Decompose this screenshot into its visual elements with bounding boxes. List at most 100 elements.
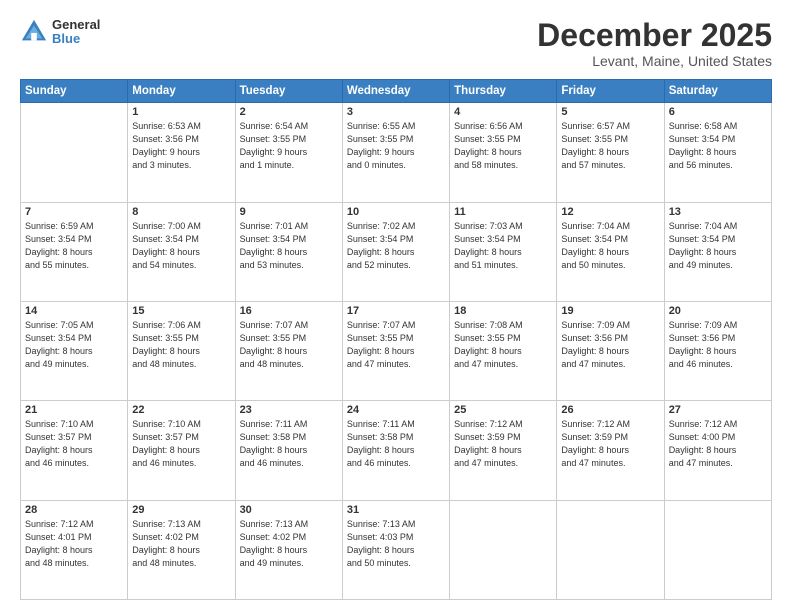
day-info: Sunrise: 7:11 AMSunset: 3:58 PMDaylight:… bbox=[347, 418, 445, 470]
day-number: 8 bbox=[132, 206, 230, 218]
day-number: 13 bbox=[669, 206, 767, 218]
logo-icon bbox=[20, 18, 48, 46]
day-info: Sunrise: 6:59 AMSunset: 3:54 PMDaylight:… bbox=[25, 220, 123, 272]
day-cell: 24 Sunrise: 7:11 AMSunset: 3:58 PMDayligh… bbox=[342, 401, 449, 500]
col-wednesday: Wednesday bbox=[342, 80, 449, 103]
day-number: 25 bbox=[454, 404, 552, 416]
col-friday: Friday bbox=[557, 80, 664, 103]
day-cell: 1 Sunrise: 6:53 AMSunset: 3:56 PMDaylight… bbox=[128, 103, 235, 202]
day-cell bbox=[450, 500, 557, 599]
day-cell bbox=[557, 500, 664, 599]
calendar-title: December 2025 bbox=[537, 18, 772, 53]
day-number: 15 bbox=[132, 305, 230, 317]
day-number: 29 bbox=[132, 504, 230, 516]
day-cell: 16Sunrise: 7:07 AMSunset: 3:55 PMDayligh… bbox=[235, 301, 342, 400]
day-info: Sunrise: 7:07 AMSunset: 3:55 PMDaylight:… bbox=[347, 319, 445, 371]
day-info: Sunrise: 7:03 AMSunset: 3:54 PMDaylight:… bbox=[454, 220, 552, 272]
day-info: Sunrise: 7:11 AMSunset: 3:58 PMDaylight:… bbox=[240, 418, 338, 470]
day-number: 10 bbox=[347, 206, 445, 218]
day-number: 21 bbox=[25, 404, 123, 416]
day-number: 1 bbox=[132, 106, 230, 118]
week-row-4: 21 Sunrise: 7:10 AMSunset: 3:57 PMDayligh… bbox=[21, 401, 772, 500]
col-saturday: Saturday bbox=[664, 80, 771, 103]
day-cell: 6Sunrise: 6:58 AMSunset: 3:54 PMDaylight… bbox=[664, 103, 771, 202]
day-info: Sunrise: 7:13 AMSunset: 4:02 PMDaylight:… bbox=[132, 518, 230, 570]
day-cell: 5Sunrise: 6:57 AMSunset: 3:55 PMDaylight… bbox=[557, 103, 664, 202]
day-info: Sunrise: 7:00 AMSunset: 3:54 PMDaylight:… bbox=[132, 220, 230, 272]
day-info: Sunrise: 7:01 AMSunset: 3:54 PMDaylight:… bbox=[240, 220, 338, 272]
day-info: Sunrise: 7:12 AMSunset: 3:59 PMDaylight:… bbox=[454, 418, 552, 470]
col-sunday: Sunday bbox=[21, 80, 128, 103]
day-number: 7 bbox=[25, 206, 123, 218]
day-cell: 20 Sunrise: 7:09 AMSunset: 3:56 PMDayligh… bbox=[664, 301, 771, 400]
day-number: 26 bbox=[561, 404, 659, 416]
day-number: 31 bbox=[347, 504, 445, 516]
day-cell: 21 Sunrise: 7:10 AMSunset: 3:57 PMDayligh… bbox=[21, 401, 128, 500]
day-number: 20 bbox=[669, 305, 767, 317]
day-info: Sunrise: 7:08 AMSunset: 3:55 PMDaylight:… bbox=[454, 319, 552, 371]
col-monday: Monday bbox=[128, 80, 235, 103]
day-number: 30 bbox=[240, 504, 338, 516]
day-cell: 25 Sunrise: 7:12 AMSunset: 3:59 PMDayligh… bbox=[450, 401, 557, 500]
day-cell: 29 Sunrise: 7:13 AMSunset: 4:02 PMDayligh… bbox=[128, 500, 235, 599]
day-number: 28 bbox=[25, 504, 123, 516]
day-info: Sunrise: 7:04 AMSunset: 3:54 PMDaylight:… bbox=[561, 220, 659, 272]
day-cell: 26 Sunrise: 7:12 AMSunset: 3:59 PMDayligh… bbox=[557, 401, 664, 500]
calendar-subtitle: Levant, Maine, United States bbox=[537, 53, 772, 69]
logo-text: General Blue bbox=[52, 18, 100, 47]
day-number: 22 bbox=[132, 404, 230, 416]
day-info: Sunrise: 7:06 AMSunset: 3:55 PMDaylight:… bbox=[132, 319, 230, 371]
page: General Blue December 2025 Levant, Maine… bbox=[0, 0, 792, 612]
day-number: 3 bbox=[347, 106, 445, 118]
day-info: Sunrise: 7:13 AMSunset: 4:02 PMDaylight:… bbox=[240, 518, 338, 570]
day-cell: 2 Sunrise: 6:54 AMSunset: 3:55 PMDaylight… bbox=[235, 103, 342, 202]
col-thursday: Thursday bbox=[450, 80, 557, 103]
day-cell: 12 Sunrise: 7:04 AMSunset: 3:54 PMDayligh… bbox=[557, 202, 664, 301]
day-number: 24 bbox=[347, 404, 445, 416]
day-info: Sunrise: 7:12 AMSunset: 3:59 PMDaylight:… bbox=[561, 418, 659, 470]
day-info: Sunrise: 7:13 AMSunset: 4:03 PMDaylight:… bbox=[347, 518, 445, 570]
day-info: Sunrise: 7:04 AMSunset: 3:54 PMDaylight:… bbox=[669, 220, 767, 272]
day-number: 9 bbox=[240, 206, 338, 218]
day-cell: 31 Sunrise: 7:13 AMSunset: 4:03 PMDayligh… bbox=[342, 500, 449, 599]
day-cell: 17 Sunrise: 7:07 AMSunset: 3:55 PMDayligh… bbox=[342, 301, 449, 400]
calendar-table: Sunday Monday Tuesday Wednesday Thursday… bbox=[20, 79, 772, 600]
day-info: Sunrise: 7:09 AMSunset: 3:56 PMDaylight:… bbox=[669, 319, 767, 371]
day-cell: 19Sunrise: 7:09 AMSunset: 3:56 PMDayligh… bbox=[557, 301, 664, 400]
day-info: Sunrise: 6:54 AMSunset: 3:55 PMDaylight:… bbox=[240, 120, 338, 172]
day-cell: 18 Sunrise: 7:08 AMSunset: 3:55 PMDayligh… bbox=[450, 301, 557, 400]
header-row: Sunday Monday Tuesday Wednesday Thursday… bbox=[21, 80, 772, 103]
header: General Blue December 2025 Levant, Maine… bbox=[20, 18, 772, 69]
day-number: 19 bbox=[561, 305, 659, 317]
day-info: Sunrise: 6:55 AMSunset: 3:55 PMDaylight:… bbox=[347, 120, 445, 172]
day-cell: 27Sunrise: 7:12 AMSunset: 4:00 PMDayligh… bbox=[664, 401, 771, 500]
day-info: Sunrise: 7:12 AMSunset: 4:01 PMDaylight:… bbox=[25, 518, 123, 570]
day-cell: 3 Sunrise: 6:55 AMSunset: 3:55 PMDaylight… bbox=[342, 103, 449, 202]
day-number: 17 bbox=[347, 305, 445, 317]
day-cell: 4Sunrise: 6:56 AMSunset: 3:55 PMDaylight… bbox=[450, 103, 557, 202]
day-cell: 28 Sunrise: 7:12 AMSunset: 4:01 PMDayligh… bbox=[21, 500, 128, 599]
week-row-3: 14Sunrise: 7:05 AMSunset: 3:54 PMDayligh… bbox=[21, 301, 772, 400]
day-number: 27 bbox=[669, 404, 767, 416]
day-number: 18 bbox=[454, 305, 552, 317]
day-cell: 13 Sunrise: 7:04 AMSunset: 3:54 PMDayligh… bbox=[664, 202, 771, 301]
logo-blue-label: Blue bbox=[52, 32, 100, 46]
col-tuesday: Tuesday bbox=[235, 80, 342, 103]
day-info: Sunrise: 6:53 AMSunset: 3:56 PMDaylight:… bbox=[132, 120, 230, 172]
day-cell: 9 Sunrise: 7:01 AMSunset: 3:54 PMDaylight… bbox=[235, 202, 342, 301]
day-info: Sunrise: 7:10 AMSunset: 3:57 PMDaylight:… bbox=[132, 418, 230, 470]
logo-general-label: General bbox=[52, 18, 100, 32]
day-cell bbox=[21, 103, 128, 202]
day-number: 12 bbox=[561, 206, 659, 218]
day-cell: 15 Sunrise: 7:06 AMSunset: 3:55 PMDayligh… bbox=[128, 301, 235, 400]
day-cell bbox=[664, 500, 771, 599]
day-number: 11 bbox=[454, 206, 552, 218]
day-info: Sunrise: 7:10 AMSunset: 3:57 PMDaylight:… bbox=[25, 418, 123, 470]
title-area: December 2025 Levant, Maine, United Stat… bbox=[537, 18, 772, 69]
day-cell: 23Sunrise: 7:11 AMSunset: 3:58 PMDayligh… bbox=[235, 401, 342, 500]
day-info: Sunrise: 7:05 AMSunset: 3:54 PMDaylight:… bbox=[25, 319, 123, 371]
week-row-1: 1 Sunrise: 6:53 AMSunset: 3:56 PMDaylight… bbox=[21, 103, 772, 202]
day-info: Sunrise: 6:58 AMSunset: 3:54 PMDaylight:… bbox=[669, 120, 767, 172]
day-number: 2 bbox=[240, 106, 338, 118]
day-info: Sunrise: 7:07 AMSunset: 3:55 PMDaylight:… bbox=[240, 319, 338, 371]
